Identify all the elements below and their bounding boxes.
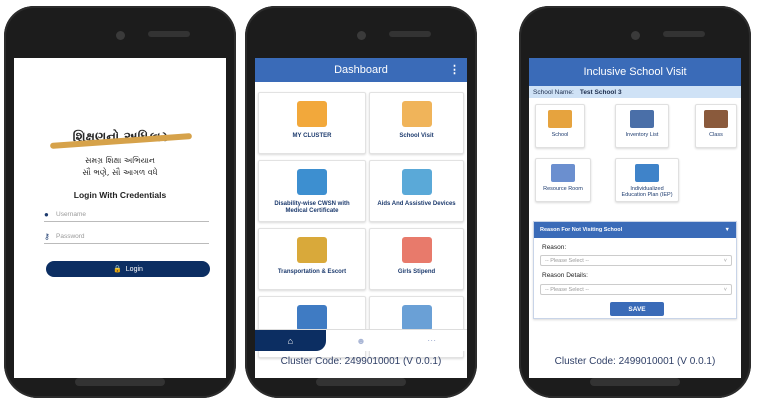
tile-class[interactable]: Class: [695, 104, 737, 148]
tile-label: Inventory List: [625, 132, 659, 138]
bus-icon: [297, 237, 327, 263]
school-visit-screen: Inclusive School Visit School Name: Test…: [529, 58, 741, 378]
speaker: [147, 31, 190, 37]
school-icon: [548, 110, 572, 128]
school-name-value: Test School 3: [579, 88, 622, 96]
phone-login: શિક્ષણનો અધિકાર સમગ્ર શિક્ષા અભિયાન સૌ ભ…: [4, 6, 236, 398]
login-screen: શિક્ષણનો અધિકાર સમગ્ર શિક્ષા અભિયાન સૌ ભ…: [14, 58, 226, 378]
user-icon: ●: [44, 210, 49, 219]
reason-details-select[interactable]: -- Please Select -- ˅: [540, 284, 732, 295]
speaker: [388, 31, 431, 37]
username-placeholder: Username: [56, 211, 86, 218]
visit-title: Inclusive School Visit: [583, 66, 687, 78]
notepad-icon: [401, 305, 432, 331]
board-icon: [297, 305, 327, 331]
profile-icon[interactable]: ☻: [326, 330, 397, 351]
cluster-code: Cluster Code: 2499010001 (V 0.0.1): [280, 356, 442, 367]
reason-details-value: -- Please Select --: [545, 286, 590, 293]
certificate-icon: [297, 169, 327, 195]
save-button[interactable]: SAVE: [610, 302, 664, 316]
logo-line-2: સૌ ભણે, સૌ આગળ વધે: [82, 168, 158, 177]
tile-my-cluster[interactable]: MY CLUSTER: [258, 92, 366, 154]
cluster-code: Cluster Code: 2499010001 (V 0.0.1): [554, 356, 716, 367]
username-field[interactable]: ● Username: [44, 208, 209, 222]
phone-school-visit: Inclusive School Visit School Name: Test…: [519, 6, 751, 398]
tile-transportation[interactable]: Transportation & Escort: [258, 228, 366, 290]
chevron-down-icon: ˅: [723, 257, 727, 264]
reason-header[interactable]: Reason For Not Visiting School ▼: [534, 222, 736, 238]
tile-school-visit[interactable]: School Visit: [369, 92, 464, 154]
lock-icon: 🔒: [113, 266, 122, 273]
password-field[interactable]: ⚷ Password: [44, 230, 209, 244]
login-button[interactable]: 🔒 Login: [46, 261, 210, 277]
home-bar: [316, 378, 406, 386]
login-label: Login: [125, 265, 143, 273]
speaker: [662, 31, 705, 37]
phone-dashboard: Dashboard ⋮ MY CLUSTER School Visit Disa…: [245, 6, 477, 398]
chevron-down-icon: ▼: [724, 227, 730, 233]
home-bar: [75, 378, 165, 386]
password-placeholder: Password: [56, 233, 85, 240]
tile-aids-devices[interactable]: Aids And Assistive Devices: [369, 160, 464, 222]
girl-icon: [401, 237, 432, 263]
school-name-label: School Name:: [533, 88, 574, 96]
tile-label: School: [551, 132, 569, 138]
tile-label: Individualized Education Plan (IEP): [621, 186, 673, 198]
classroom-icon: [704, 110, 728, 128]
tile-label: Disability-wise CWSN with Medical Certif…: [274, 201, 350, 214]
dashboard-title: Dashboard: [334, 64, 388, 76]
camera: [116, 31, 125, 40]
network-icon: [551, 164, 575, 182]
tile-label: Class: [709, 132, 723, 138]
tile-disability-cwsn[interactable]: Disability-wise CWSN with Medical Certif…: [258, 160, 366, 222]
more-icon[interactable]: ⋯: [396, 330, 467, 351]
reason-header-title: Reason For Not Visiting School: [540, 227, 623, 233]
dashboard-screen: Dashboard ⋮ MY CLUSTER School Visit Disa…: [255, 58, 467, 378]
dashboard-appbar: Dashboard ⋮: [255, 58, 467, 82]
home-icon[interactable]: ⌂: [255, 330, 326, 351]
device-icon: [401, 169, 432, 195]
plan-icon: [635, 164, 659, 182]
tile-inventory-list[interactable]: Inventory List: [615, 104, 669, 148]
tile-label: School Visit: [399, 133, 434, 139]
visit-appbar: Inclusive School Visit: [529, 58, 741, 86]
login-heading: Login With Credentials: [73, 190, 167, 200]
tile-label: Girls Stipend: [397, 269, 436, 275]
school-name-bar: School Name: Test School 3: [529, 86, 741, 98]
tile-resource-room[interactable]: Resource Room: [535, 158, 591, 202]
logo-line-1: સમગ્ર શિક્ષા અભિયાન: [85, 156, 155, 165]
tile-label: Transportation & Escort: [277, 269, 347, 275]
tile-girls-stipend[interactable]: Girls Stipend: [369, 228, 464, 290]
more-menu-icon[interactable]: ⋮: [449, 63, 460, 76]
reason-label: Reason:: [542, 244, 567, 251]
school-icon: [401, 101, 432, 127]
tile-school[interactable]: School: [535, 104, 585, 148]
key-icon: ⚷: [44, 232, 50, 241]
reason-select-value: -- Please Select --: [545, 257, 590, 264]
reason-select[interactable]: -- Please Select -- ˅: [540, 255, 732, 266]
bottom-nav: ⌂ ☻ ⋯: [255, 329, 467, 351]
inventory-icon: [630, 110, 654, 128]
tile-label: MY CLUSTER: [292, 133, 332, 139]
camera: [357, 31, 366, 40]
tile-label: Aids And Assistive Devices: [377, 201, 456, 207]
home-bar: [590, 378, 680, 386]
tile-iep[interactable]: Individualized Education Plan (IEP): [615, 158, 679, 202]
building-icon: [297, 101, 327, 127]
reason-card: Reason For Not Visiting School ▼ Reason:…: [533, 221, 737, 319]
reason-details-label: Reason Details:: [542, 272, 588, 279]
camera: [631, 31, 640, 40]
tile-label: Resource Room: [543, 186, 583, 192]
chevron-down-icon: ˅: [723, 286, 727, 293]
